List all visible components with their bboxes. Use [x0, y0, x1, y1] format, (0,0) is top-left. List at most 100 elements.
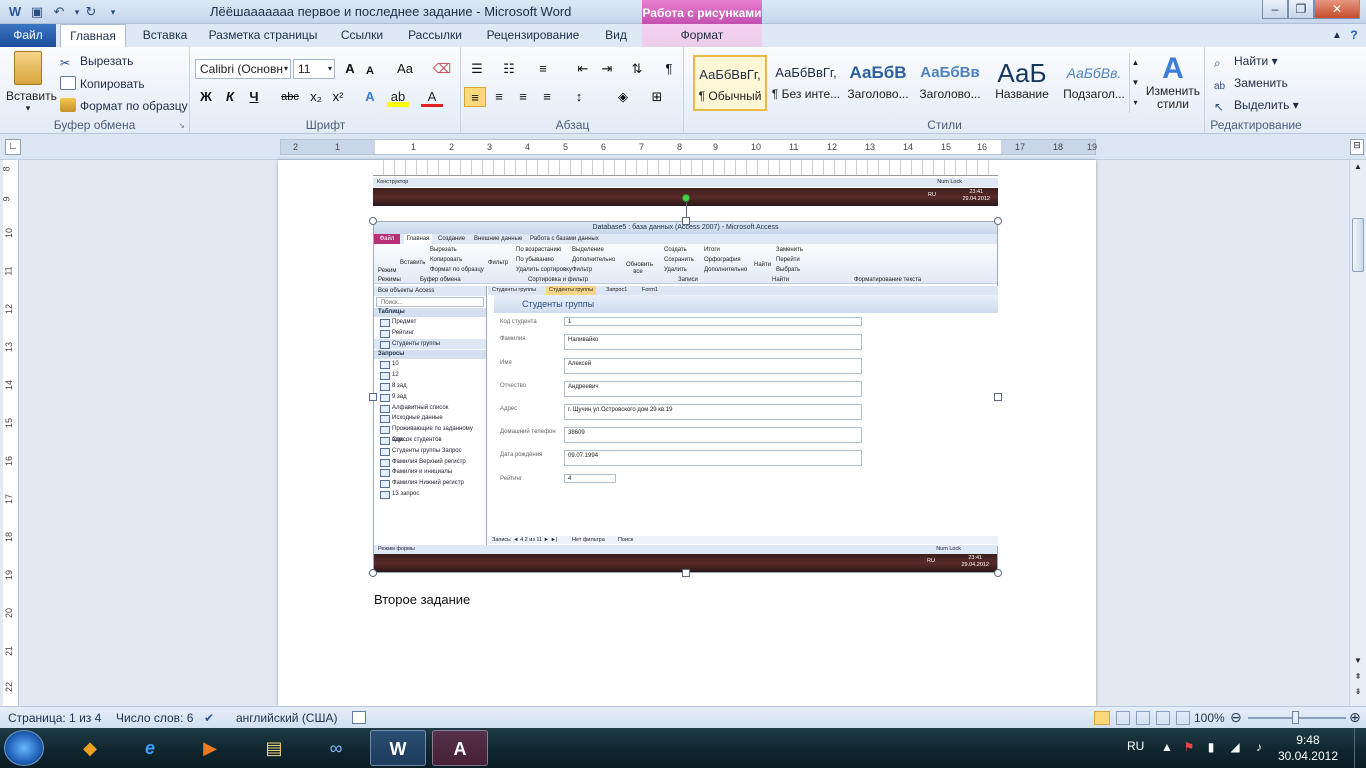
undo-icon[interactable]: ↶ — [50, 3, 68, 21]
tab-format[interactable]: Формат — [642, 24, 762, 47]
replace-button[interactable]: ab Заменить — [1214, 76, 1288, 95]
line-spacing-icon[interactable]: ↕ — [568, 87, 590, 107]
tray-signal-icon[interactable]: ◢ — [1228, 740, 1242, 754]
taskbar-app-avast[interactable]: ◆ — [62, 730, 118, 766]
tab-file[interactable]: Файл — [0, 24, 56, 47]
taskbar-app-ie[interactable]: e — [122, 730, 178, 766]
embedded-screenshot-access[interactable]: Database5 : база данных (Access 2007) - … — [373, 221, 998, 573]
resize-handle[interactable] — [369, 569, 377, 577]
next-page-icon[interactable]: ⇟ — [1351, 687, 1365, 701]
taskbar-app-vs[interactable]: ∞ — [308, 730, 364, 766]
minimize-button[interactable]: – — [1262, 0, 1288, 19]
zoom-out-icon[interactable]: ⊖ — [1230, 709, 1242, 726]
font-size-combo[interactable]: 11 ▾ — [293, 59, 335, 79]
web-layout-icon[interactable] — [1136, 711, 1150, 725]
tab-review[interactable]: Рецензирование — [478, 24, 588, 47]
resize-handle[interactable] — [994, 217, 1002, 225]
cut-button[interactable]: ✂ Вырезать — [60, 54, 133, 70]
sort-icon[interactable]: ⇅ — [626, 59, 648, 79]
increase-indent-icon[interactable]: ⇥ — [596, 59, 618, 79]
tray-clock[interactable]: 9:48 30.04.2012 — [1278, 732, 1338, 764]
tray-battery-icon[interactable]: ▮ — [1204, 740, 1218, 754]
view-ruler-icon[interactable]: ⊟ — [1350, 139, 1364, 155]
align-right-icon[interactable]: ≡ — [512, 87, 534, 107]
taskbar-app-access[interactable]: A — [432, 730, 488, 766]
redo-icon[interactable]: ↻ — [82, 3, 100, 21]
resize-handle[interactable] — [682, 217, 690, 225]
font-family-combo[interactable]: Calibri (Основн ▾ — [195, 59, 291, 79]
page-count[interactable]: Страница: 1 из 4 — [8, 711, 101, 725]
bold-button[interactable]: Ж — [195, 87, 217, 107]
tray-language[interactable]: RU — [1127, 739, 1144, 753]
show-marks-icon[interactable]: ¶ — [658, 59, 680, 79]
tab-mailings[interactable]: Рассылки — [400, 24, 470, 47]
tab-selector-icon[interactable]: ∟ — [5, 139, 21, 155]
prev-page-icon[interactable]: ⇞ — [1351, 672, 1365, 686]
underline-button[interactable]: Ч — [243, 87, 265, 107]
help-icon[interactable]: ? — [1346, 24, 1362, 47]
save-icon[interactable]: ▣ — [28, 3, 46, 21]
horizontal-ruler[interactable]: 2 1 1 2 3 4 5 6 7 8 9 10 11 12 13 14 15 … — [280, 139, 1097, 155]
vertical-scrollbar[interactable]: ▲ ▼ ⇞ ⇟ — [1349, 160, 1366, 706]
format-painter-button[interactable]: Формат по образцу — [60, 98, 188, 113]
show-desktop-button[interactable] — [1354, 728, 1366, 768]
style-title[interactable]: АаБ Название — [985, 55, 1059, 111]
paste-button[interactable]: Вставить ▾ — [6, 51, 57, 114]
italic-button[interactable]: К — [219, 87, 241, 107]
text-effects-icon[interactable]: A — [359, 87, 381, 107]
style-heading2[interactable]: АаБбВв Заголово... — [913, 55, 987, 111]
decrease-indent-icon[interactable]: ⇤ — [572, 59, 594, 79]
print-layout-icon[interactable] — [1094, 711, 1110, 725]
find-button[interactable]: ⌕ Найти ▾ — [1214, 54, 1278, 70]
language-indicator[interactable]: английский (США) — [236, 711, 337, 725]
subscript-button[interactable]: x₂ — [305, 87, 327, 107]
style-no-spacing[interactable]: АаБбВвГг, ¶ Без инте... — [769, 55, 843, 111]
align-center-icon[interactable]: ≡ — [488, 87, 510, 107]
numbering-icon[interactable]: ☷ — [498, 59, 520, 79]
taskbar-app-explorer[interactable]: ▤ — [246, 730, 302, 766]
tray-expand-icon[interactable]: ▲ — [1160, 740, 1174, 754]
start-button[interactable] — [4, 730, 44, 766]
scroll-thumb[interactable] — [1352, 218, 1364, 272]
shading-icon[interactable]: ◈ — [612, 87, 634, 107]
font-color-icon[interactable]: A — [421, 87, 443, 107]
tab-page-layout[interactable]: Разметка страницы — [203, 24, 323, 47]
change-case-button[interactable]: Aa — [391, 59, 419, 79]
taskbar-app-media-player[interactable]: ▶ — [182, 730, 238, 766]
proofing-icon[interactable]: ✔ — [204, 711, 214, 725]
dialog-launcher-icon[interactable]: ↘ — [178, 121, 185, 130]
styles-scroll[interactable]: ▲ ▼ ▾ — [1129, 53, 1141, 113]
zoom-slider-thumb[interactable] — [1292, 711, 1299, 724]
resize-handle[interactable] — [369, 217, 377, 225]
highlight-icon[interactable]: ab — [387, 87, 409, 107]
tab-insert[interactable]: Вставка — [133, 24, 197, 47]
zoom-in-icon[interactable]: ⊕ — [1349, 709, 1361, 726]
scroll-up-icon[interactable]: ▲ — [1351, 162, 1365, 176]
resize-handle[interactable] — [994, 393, 1002, 401]
borders-icon[interactable]: ⊞ — [646, 87, 668, 107]
style-subtitle[interactable]: АаБбВв. Подзагол... — [1057, 55, 1131, 111]
maximize-button[interactable]: ❐ — [1288, 0, 1314, 19]
customize-quick-access-icon[interactable]: ▾ — [104, 3, 122, 21]
select-button[interactable]: ↖ Выделить ▾ — [1214, 98, 1299, 114]
word-count[interactable]: Число слов: 6 — [116, 711, 193, 725]
clear-formatting-icon[interactable]: ⌫ — [431, 59, 453, 79]
draft-icon[interactable] — [1176, 711, 1190, 725]
tab-view[interactable]: Вид — [596, 24, 636, 47]
macro-record-icon[interactable] — [352, 711, 366, 724]
bullets-icon[interactable]: ☰ — [466, 59, 488, 79]
style-heading1[interactable]: АаБбВ Заголово... — [841, 55, 915, 111]
document-paragraph[interactable]: Второе задание — [374, 592, 470, 607]
shrink-font-button[interactable]: A — [359, 61, 381, 81]
align-left-icon[interactable]: ≡ — [464, 87, 486, 107]
resize-handle[interactable] — [369, 393, 377, 401]
resize-handle[interactable] — [682, 569, 690, 577]
document-page[interactable]: Конструктор Num Lock RU 23:41 29.04.2012 … — [278, 160, 1096, 706]
tab-home[interactable]: Главная — [60, 24, 126, 47]
scroll-down-icon[interactable]: ▼ — [1351, 656, 1365, 670]
full-screen-reading-icon[interactable] — [1116, 711, 1130, 725]
style-normal[interactable]: АаБбВвГг, ¶ Обычный — [693, 55, 767, 111]
multilevel-list-icon[interactable]: ≡ — [532, 59, 554, 79]
close-button[interactable]: ✕ — [1314, 0, 1360, 19]
justify-icon[interactable]: ≡ — [536, 87, 558, 107]
